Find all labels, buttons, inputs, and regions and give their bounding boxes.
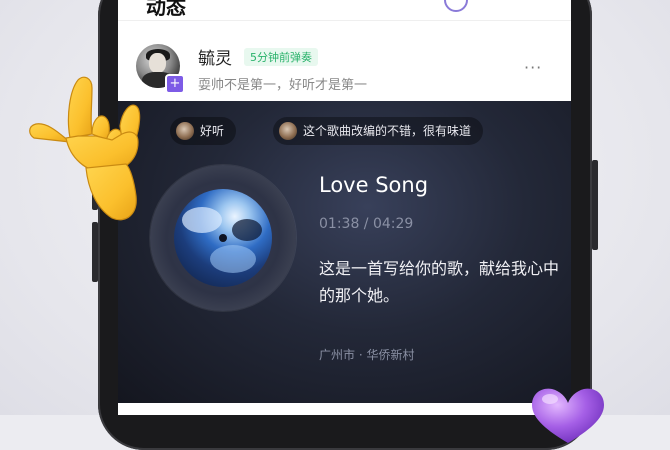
phone-power-button — [592, 160, 598, 250]
more-icon[interactable]: ··· — [524, 58, 542, 77]
username[interactable]: 毓灵 — [198, 44, 232, 69]
post-header: + 毓灵 5分钟前弹奏 耍帅不是第一，好听才是第一 ··· — [118, 30, 571, 102]
user-signature: 耍帅不是第一，好听才是第一 — [198, 78, 368, 93]
commenter-avatar — [279, 122, 297, 140]
comment-text: 好听 — [200, 124, 225, 138]
comment-text: 这个歌曲改编的不错，很有味道 — [303, 124, 472, 138]
top-bar: 动态 — [118, 0, 571, 20]
divider — [118, 20, 571, 21]
time-badge: 5分钟前弹奏 — [244, 48, 318, 66]
music-card[interactable]: 好听 这个歌曲改编的不错，很有味道 Love Song 01:38 / 04:2… — [118, 101, 571, 403]
comment-bubble[interactable]: 这个歌曲改编的不错，很有味道 — [273, 117, 484, 145]
location-text: 广州市 · 华侨新村 — [319, 348, 415, 362]
page-title: 动态 — [146, 0, 186, 19]
disc-center — [219, 234, 227, 242]
song-description: 这是一首写给你的歌，献给我心中的那个她。 — [319, 259, 560, 305]
commenter-avatar — [176, 122, 194, 140]
plus-icon[interactable]: + — [165, 74, 185, 94]
purple-heart-emoji — [532, 388, 604, 443]
phone-side-button — [92, 222, 98, 282]
song-time: 01:38 / 04:29 — [319, 216, 414, 232]
song-title: Love Song — [319, 173, 429, 197]
app-screen: 动态 + 毓灵 5分钟前弹奏 耍帅不是第一，好听才是第一 ··· 好听 这个歌曲… — [118, 0, 571, 415]
rock-hand-emoji — [29, 76, 141, 221]
next-post-strip — [118, 403, 571, 415]
comment-bubble[interactable]: 好听 — [170, 117, 237, 145]
profile-icon[interactable] — [444, 0, 468, 12]
